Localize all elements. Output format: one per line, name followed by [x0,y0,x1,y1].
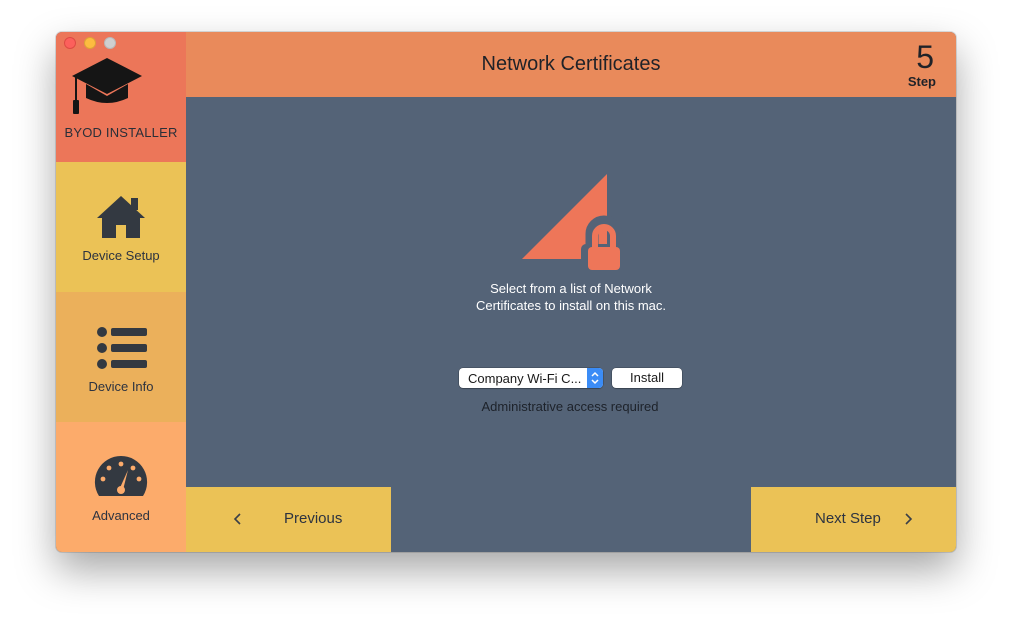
previous-button[interactable]: Previous [186,487,391,552]
next-step-label: Next Step [815,510,881,527]
previous-label: Previous [284,510,343,527]
chevron-right-icon [905,513,913,525]
graduation-cap-icon [72,58,142,114]
next-step-button[interactable]: Next Step [751,487,956,552]
step-number: 5 [916,39,934,75]
admin-access-note: Administrative access required [481,399,659,414]
window-zoom-button[interactable] [104,37,116,49]
sidebar-item-device-setup[interactable]: Device Setup [56,162,186,292]
certificate-select-value: Company Wi-Fi C... [468,371,582,386]
house-icon [97,196,145,238]
gauge-icon [94,455,148,496]
chevron-up-down-icon [591,371,599,385]
sidebar-item-label: Advanced [92,508,150,523]
header-bar: Network Certificates 5 Step [186,32,956,97]
instructions-line: Select from a list of Network [490,281,652,296]
sidebar-item-advanced[interactable]: Advanced [56,422,186,552]
sidebar-item-label: Device Setup [82,248,160,263]
window-minimize-button[interactable] [84,37,96,49]
sidebar: BYOD INSTALLER Device Setup Device Info [56,32,186,552]
sidebar-item-label: Device Info [88,379,154,394]
app-window: BYOD INSTALLER Device Setup Device Info [56,32,956,552]
sidebar-item-device-info[interactable]: Device Info [56,292,186,422]
network-certificate-icon [522,174,624,270]
select-stepper[interactable] [587,368,603,388]
instructions-line: Certificates to install on this mac. [475,298,667,313]
page-title: Network Certificates [481,53,661,75]
window-close-button[interactable] [64,37,76,49]
chevron-left-icon [233,513,241,525]
brand-label: BYOD INSTALLER [64,125,178,140]
list-icon [97,327,147,369]
instructions-text: Select from a list of Network Certificat… [386,280,756,314]
install-button[interactable]: Install [612,368,682,388]
brand-panel: BYOD INSTALLER [56,32,186,162]
step-label: Step [907,74,936,89]
certificate-select[interactable]: Company Wi-Fi C... [459,368,603,388]
